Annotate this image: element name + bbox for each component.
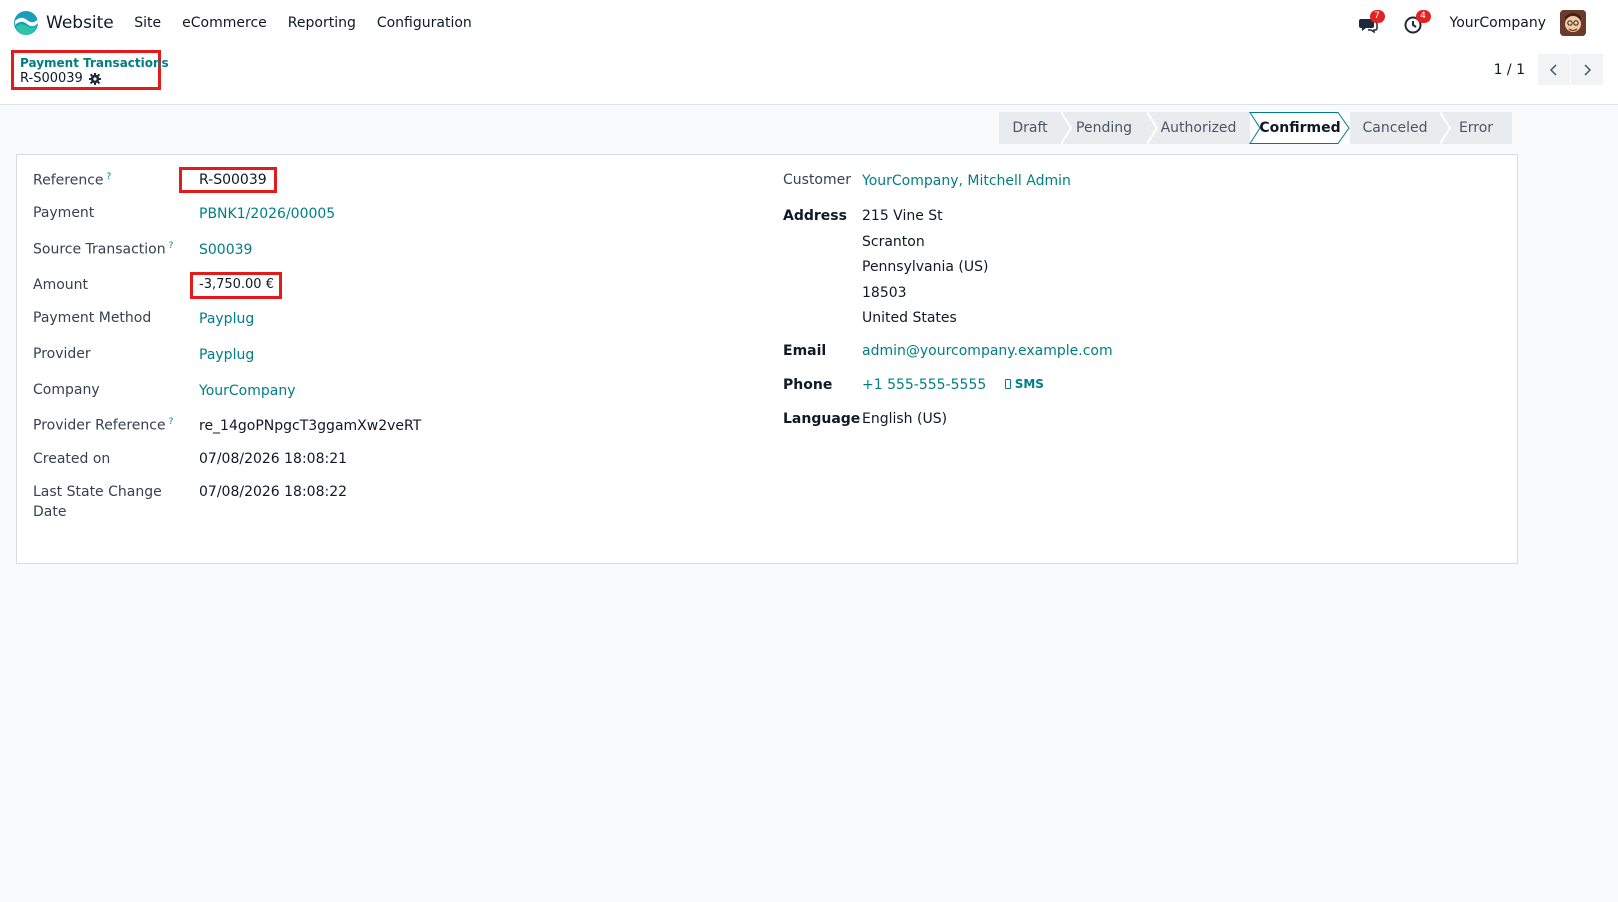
reference-value: R-S00039 <box>199 172 267 188</box>
status-step-canceled[interactable]: Canceled <box>1350 112 1440 144</box>
provider-link[interactable]: Payplug <box>199 347 254 363</box>
phone-label: Phone <box>783 377 833 393</box>
status-step-confirmed[interactable]: Confirmed <box>1249 112 1350 144</box>
status-step-draft[interactable]: Draft <box>999 112 1061 144</box>
status-bar: Draft Pending Authorized Confirmed Cance… <box>999 112 1512 144</box>
source-transaction-help-icon[interactable]: ? <box>169 241 174 251</box>
form-sheet: Reference? R-S00039 Payment PBNK1/2026/0… <box>16 154 1518 564</box>
payment-method-label: Payment Method <box>33 310 152 326</box>
amount-value: -3,750.00 € <box>199 277 274 292</box>
reference-label: Reference? <box>33 172 112 189</box>
pager-value[interactable]: 1 / 1 <box>1494 62 1525 78</box>
status-step-pending[interactable]: Pending <box>1061 112 1147 144</box>
address-line: Scranton <box>862 234 925 250</box>
systray: 7 4 YourCompany <box>1358 0 1618 46</box>
activities-button[interactable]: 4 <box>1404 10 1431 34</box>
payment-method-link[interactable]: Payplug <box>199 311 254 327</box>
menu-item-configuration[interactable]: Configuration <box>366 15 482 31</box>
top-navbar: Website Site eCommerce Reporting Configu… <box>0 0 1618 46</box>
email-label: Email <box>783 343 827 359</box>
address-line: 18503 <box>862 285 907 301</box>
amount-label: Amount <box>33 277 89 293</box>
menu-item-site[interactable]: Site <box>124 15 172 31</box>
company-link[interactable]: YourCompany <box>199 383 296 399</box>
status-separator-icon <box>1147 112 1159 144</box>
reference-help-icon[interactable]: ? <box>107 172 112 182</box>
breadcrumb: Payment Transactions R-S00039 <box>11 50 169 90</box>
breadcrumb-current-label: R-S00039 <box>20 71 83 86</box>
status-step-confirmed-label: Confirmed <box>1259 120 1341 136</box>
status-step-authorized[interactable]: Authorized <box>1147 112 1250 144</box>
breadcrumb-current: R-S00039 <box>20 71 101 86</box>
user-avatar[interactable] <box>1560 10 1586 36</box>
language-value: English (US) <box>862 411 948 427</box>
payment-label: Payment <box>33 205 95 221</box>
status-step-error[interactable]: Error <box>1440 112 1512 144</box>
menu-item-reporting[interactable]: Reporting <box>277 15 366 31</box>
phone-field: +1 555-555-5555 SMS <box>862 377 1044 393</box>
sms-label: SMS <box>1014 377 1044 391</box>
messages-button[interactable]: 7 <box>1358 10 1385 34</box>
provider-label: Provider <box>33 346 91 362</box>
language-label: Language <box>783 411 861 427</box>
user-avatar-icon <box>1560 10 1586 36</box>
last-state-change-label-line1: Last State Change <box>33 484 162 500</box>
website-app-logo-icon <box>14 11 38 35</box>
email-link[interactable]: admin@yourcompany.example.com <box>862 343 1113 359</box>
last-state-change-value: 07/08/2026 18:08:22 <box>199 484 348 500</box>
customer-label: Customer <box>783 172 852 188</box>
messages-badge: 7 <box>1369 10 1385 23</box>
customer-link[interactable]: YourCompany, Mitchell Admin <box>862 173 1071 189</box>
chevron-right-icon <box>1584 63 1592 76</box>
app-brand[interactable]: Website <box>13 10 114 36</box>
status-step-authorized-label: Authorized <box>1160 120 1237 136</box>
menu-item-ecommerce[interactable]: eCommerce <box>172 15 278 31</box>
status-step-draft-label: Draft <box>1012 120 1048 136</box>
address-line: United States <box>862 310 957 326</box>
company-switcher[interactable]: YourCompany <box>1450 15 1547 31</box>
status-separator-icon <box>1440 112 1452 144</box>
phone-link[interactable]: +1 555-555-5555 <box>862 377 986 393</box>
pager: 1 / 1 <box>1494 54 1603 85</box>
control-panel: Payment Transactions R-S00039 1 / 1 <box>0 46 1618 105</box>
address-label: Address <box>783 208 847 224</box>
status-separator-icon <box>1061 112 1073 144</box>
created-on-label: Created on <box>33 451 111 467</box>
created-on-value: 07/08/2026 18:08:21 <box>199 451 348 467</box>
last-state-change-label-line2: Date <box>33 504 67 520</box>
provider-reference-value: re_14goPNpgcT3ggamXw2veRT <box>199 418 422 434</box>
sms-button[interactable]: SMS <box>1004 377 1044 391</box>
pager-previous-button[interactable] <box>1538 54 1570 85</box>
gear-icon[interactable] <box>88 72 101 85</box>
mobile-phone-icon <box>1004 379 1011 389</box>
address-line: Pennsylvania (US) <box>862 259 989 275</box>
app-name: Website <box>46 13 114 33</box>
status-step-error-label: Error <box>1458 120 1494 136</box>
status-step-canceled-label: Canceled <box>1362 120 1428 136</box>
pager-next-button[interactable] <box>1571 54 1603 85</box>
company-label: Company <box>33 382 100 398</box>
payment-link[interactable]: PBNK1/2026/00005 <box>199 206 335 222</box>
activities-badge: 4 <box>1415 10 1431 23</box>
source-transaction-link[interactable]: S00039 <box>199 242 252 258</box>
address-line: 215 Vine St <box>862 208 943 224</box>
provider-reference-help-icon[interactable]: ? <box>169 417 174 427</box>
provider-reference-label: Provider Reference? <box>33 417 174 434</box>
breadcrumb-parent-link[interactable]: Payment Transactions <box>20 56 169 70</box>
status-step-pending-label: Pending <box>1076 120 1132 136</box>
chevron-left-icon <box>1549 63 1557 76</box>
source-transaction-label: Source Transaction? <box>33 241 174 258</box>
main-menu: Site eCommerce Reporting Configuration <box>124 15 483 31</box>
